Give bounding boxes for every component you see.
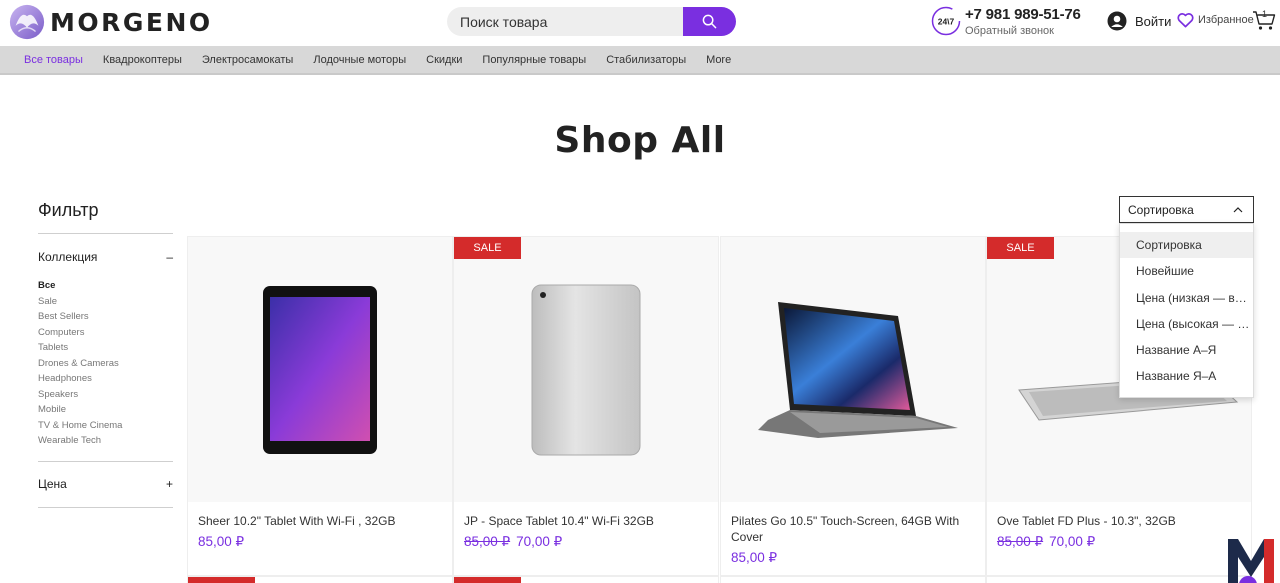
login-label: Войти: [1135, 13, 1172, 29]
product-card[interactable]: [986, 576, 1252, 583]
collection-item-drones[interactable]: Drones & Cameras: [38, 356, 122, 372]
sort-select[interactable]: Сортировка: [1119, 196, 1254, 223]
sale-badge: [188, 577, 255, 583]
collection-item-all[interactable]: Все: [38, 278, 122, 294]
product-image[interactable]: [721, 237, 985, 502]
nav-item-scooters[interactable]: Электросамокаты: [202, 54, 293, 66]
page: MORGENO 24\7 +7 981 989-51-76 Обратный з…: [0, 0, 1280, 583]
product-name[interactable]: Sheer 10.2" Tablet With Wi-Fi , 32GB: [198, 513, 438, 529]
product-image[interactable]: [188, 237, 452, 502]
sale-badge: SALE: [454, 237, 521, 259]
search-bar: [447, 7, 736, 36]
product-card[interactable]: SALE JP - Space Tablet 10.4" Wi-Fi 32GB …: [453, 236, 719, 576]
user-icon: [1107, 11, 1127, 31]
sale-badge: [454, 577, 521, 583]
nav-item-boat-motors[interactable]: Лодочные моторы: [313, 54, 406, 66]
nav-item-stabilizers[interactable]: Стабилизаторы: [606, 54, 686, 66]
nav-item-discounts[interactable]: Скидки: [426, 54, 462, 66]
sale-price: 70,00 ₽: [1049, 534, 1096, 549]
sort-label: Сортировка: [1128, 202, 1194, 217]
collection-item-sale[interactable]: Sale: [38, 294, 122, 310]
divider: [38, 507, 173, 508]
old-price: 85,00 ₽: [997, 534, 1044, 549]
expand-icon: +: [165, 477, 173, 491]
logo-text: MORGENO: [50, 7, 213, 37]
sort-dropdown-menu: Сортировка Новейшие Цена (низкая — высок…: [1119, 223, 1254, 398]
page-title: Shop All: [554, 120, 726, 161]
product-card[interactable]: Pilates Go 10.5" Touch-Screen, 64GB With…: [720, 236, 986, 576]
collection-list: Все Sale Best Sellers Computers Tablets …: [38, 278, 122, 449]
sale-price: 70,00 ₽: [516, 534, 563, 549]
product-name[interactable]: Ove Tablet FD Plus - 10.3", 32GB: [997, 513, 1237, 529]
product-card[interactable]: Sheer 10.2" Tablet With Wi-Fi , 32GB 85,…: [187, 236, 453, 576]
sort-option-newest[interactable]: Новейшие: [1120, 258, 1253, 284]
collection-item-best-sellers[interactable]: Best Sellers: [38, 309, 122, 325]
product-price: 85,00 ₽ 70,00 ₽: [464, 534, 562, 550]
nav-item-all[interactable]: Все товары: [24, 54, 83, 66]
old-price: 85,00 ₽: [464, 534, 511, 549]
cart-count: 1: [1262, 9, 1268, 19]
divider: [38, 233, 173, 234]
logo-mark-icon: [9, 4, 45, 40]
search-button[interactable]: [683, 7, 736, 36]
heart-icon: [1177, 13, 1194, 28]
sort-option-name-asc[interactable]: Название А–Я: [1120, 337, 1253, 363]
product-image[interactable]: [454, 237, 718, 502]
svg-text:24\7: 24\7: [938, 17, 955, 27]
sort-option-default[interactable]: Сортировка: [1120, 232, 1253, 259]
tablet-with-keyboard-image-icon: [758, 301, 958, 438]
product-price: 85,00 ₽: [198, 534, 245, 549]
search-icon: [702, 14, 717, 29]
collapse-icon: –: [166, 250, 173, 264]
filter-title: Фильтр: [38, 200, 99, 220]
brand-m-icon[interactable]: [1226, 535, 1276, 583]
collection-item-headphones[interactable]: Headphones: [38, 371, 122, 387]
product-price: 85,00 ₽: [731, 550, 778, 565]
search-input[interactable]: [447, 7, 683, 36]
sort-option-price-asc[interactable]: Цена (низкая — высокая): [1120, 285, 1253, 311]
collection-item-tv[interactable]: TV & Home Cinema: [38, 418, 122, 434]
collection-item-tablets[interactable]: Tablets: [38, 340, 122, 356]
product-card[interactable]: [187, 576, 453, 583]
collection-item-computers[interactable]: Computers: [38, 325, 122, 341]
favorites-label: Избранное: [1198, 14, 1254, 26]
tablet-image-icon: [263, 285, 377, 454]
collection-item-mobile[interactable]: Mobile: [38, 402, 122, 418]
collection-item-wearable[interactable]: Wearable Tech: [38, 433, 122, 449]
nav-item-quadcopters[interactable]: Квадрокоптеры: [103, 54, 182, 66]
price-toggle[interactable]: Цена +: [38, 477, 173, 491]
support-24-7-icon: 24\7: [931, 6, 961, 36]
tablet-back-image-icon: [531, 284, 641, 455]
collection-item-speakers[interactable]: Speakers: [38, 387, 122, 403]
chevron-up-icon: [1233, 206, 1243, 212]
main-nav: Все товары Квадрокоптеры Электросамокаты…: [0, 46, 1280, 75]
collection-label: Коллекция: [38, 250, 98, 264]
nav-item-more[interactable]: More: [706, 54, 731, 66]
price-label: Цена: [38, 477, 67, 491]
sort-option-name-desc[interactable]: Название Я–А: [1120, 363, 1253, 389]
nav-item-popular[interactable]: Популярные товары: [482, 54, 586, 66]
product-name[interactable]: Pilates Go 10.5" Touch-Screen, 64GB With…: [731, 513, 971, 545]
favorites-link[interactable]: Избранное: [1177, 12, 1254, 28]
product-price: 85,00 ₽ 70,00 ₽: [997, 534, 1095, 550]
product-name[interactable]: JP - Space Tablet 10.4" Wi-Fi 32GB: [464, 513, 704, 529]
product-grid: Sheer 10.2" Tablet With Wi-Fi , 32GB 85,…: [187, 236, 1253, 583]
divider: [38, 461, 173, 462]
callback-link[interactable]: Обратный звонок: [965, 25, 1054, 37]
sale-badge: SALE: [987, 237, 1054, 259]
product-card[interactable]: [720, 576, 986, 583]
collection-toggle[interactable]: Коллекция –: [38, 250, 173, 264]
logo[interactable]: MORGENO: [8, 3, 213, 41]
login-button[interactable]: Войти: [1107, 11, 1171, 31]
product-card[interactable]: [453, 576, 719, 583]
sort-option-price-desc[interactable]: Цена (высокая — низкая): [1120, 311, 1253, 337]
header: MORGENO 24\7 +7 981 989-51-76 Обратный з…: [0, 0, 1280, 44]
phone-number[interactable]: +7 981 989-51-76: [965, 6, 1081, 23]
